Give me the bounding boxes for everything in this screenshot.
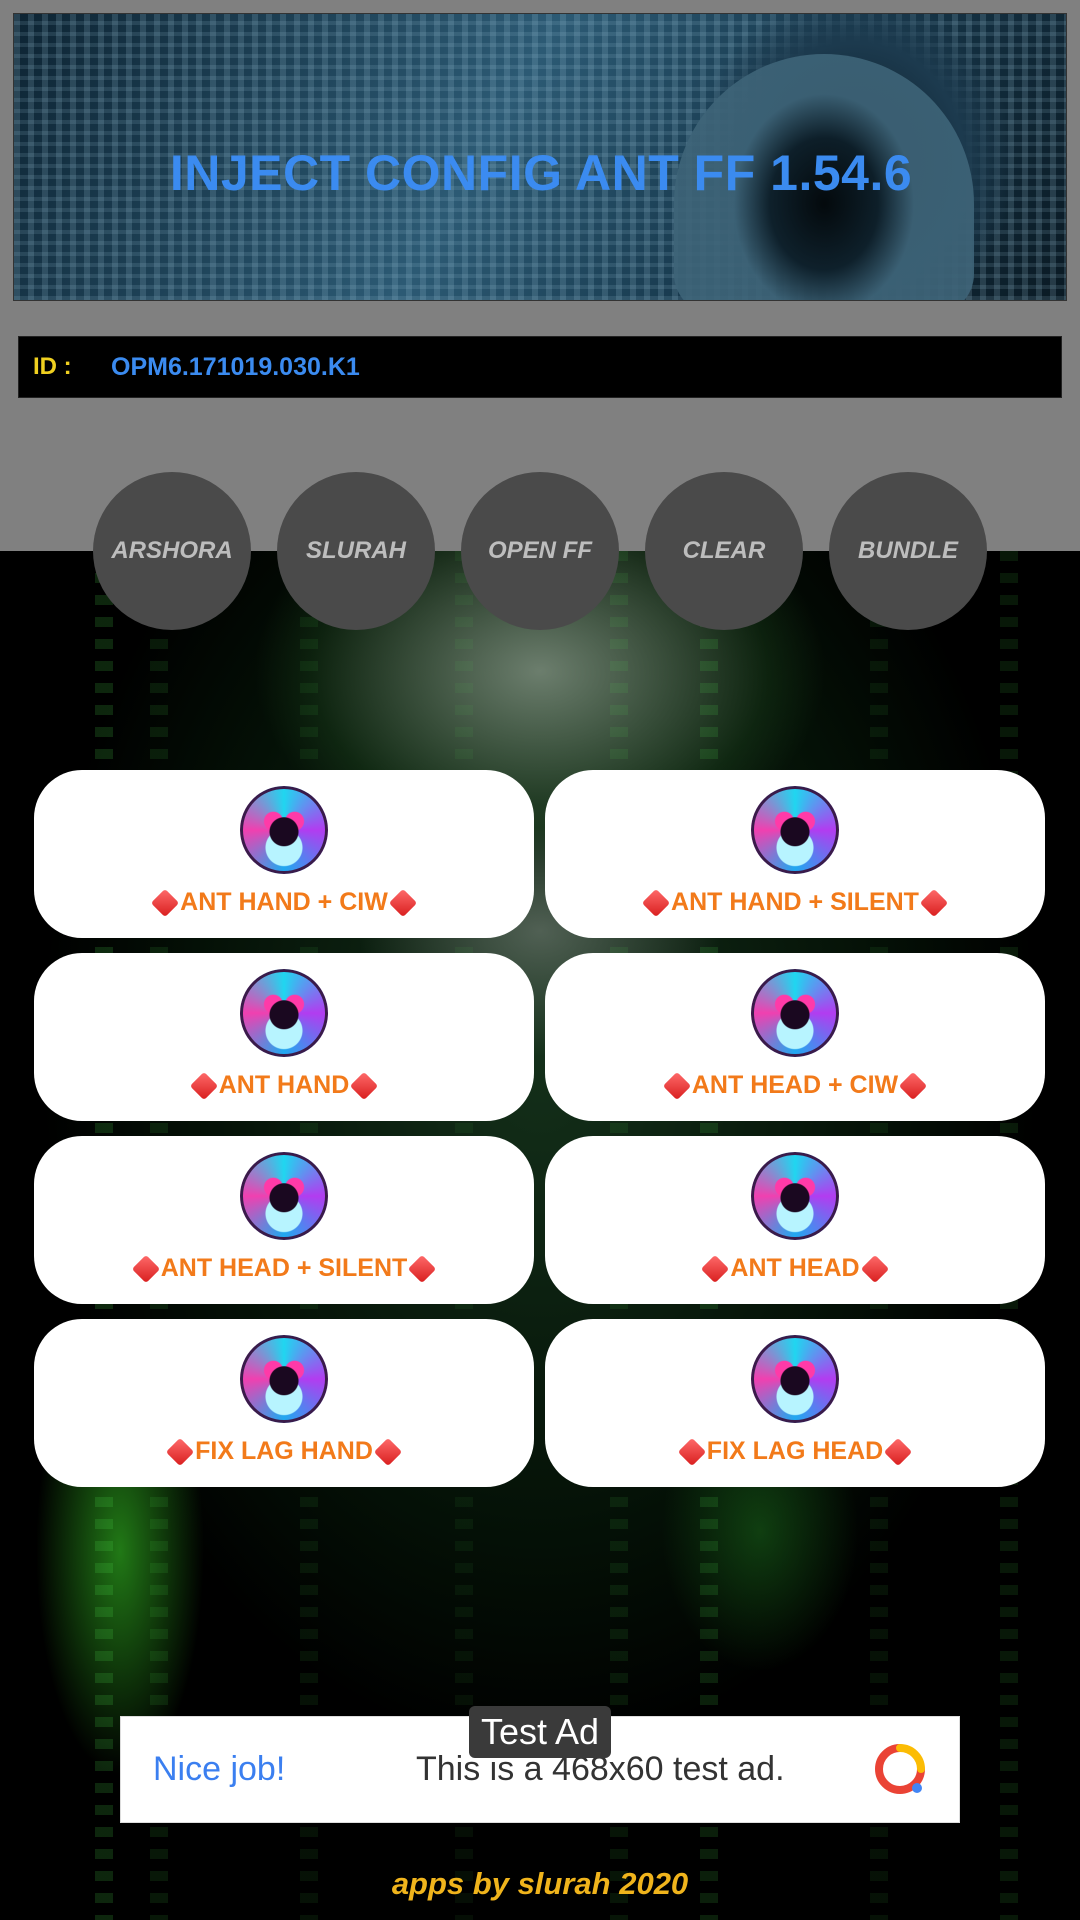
diamond-icon [131,1254,160,1283]
card-label: FIX LAG HAND [195,1437,373,1465]
ad-headline: Nice job! [153,1750,286,1788]
diamond-icon [919,888,949,917]
card-ant-hand[interactable]: ANT HAND [34,953,534,1121]
diamond-icon [189,1071,218,1100]
test-ad-tag: Test Ad [469,1706,611,1758]
card-ant-head-ciw[interactable]: ANT HEAD + CIW [545,953,1045,1121]
admob-logo-icon [875,1744,925,1794]
clear-button[interactable]: CLEAR [645,472,803,630]
diamond-icon [884,1437,913,1466]
card-label: ANT HAND + SILENT [671,888,919,916]
tiger-logo-icon [240,1335,328,1423]
card-ant-head[interactable]: ANT HEAD [545,1136,1045,1304]
diamond-icon [408,1254,437,1283]
diamond-icon [641,888,671,917]
card-label: FIX LAG HEAD [706,1437,884,1465]
tiger-logo-icon [751,1152,839,1240]
card-fix-lag-head[interactable]: FIX LAG HEAD [545,1319,1045,1487]
card-label: ANT HEAD + SILENT [160,1254,408,1282]
arshora-button[interactable]: ARSHORA [93,472,251,630]
diamond-icon [662,1071,692,1100]
diamond-icon [701,1254,730,1283]
card-label: ANT HEAD + CIW [691,1071,899,1099]
tiger-logo-icon [240,969,328,1057]
diamond-icon [373,1437,403,1466]
tiger-logo-icon [240,1152,328,1240]
tiger-logo-icon [751,786,839,874]
diamond-icon [350,1071,379,1100]
device-id-bar: ID : OPM6.171019.030.K1 [18,336,1062,398]
card-label: ANT HAND [218,1071,350,1099]
diamond-icon [860,1254,889,1283]
open-ff-button[interactable]: OPEN FF [461,472,619,630]
diamond-icon [151,888,180,917]
card-ant-head-silent[interactable]: ANT HEAD + SILENT [34,1136,534,1304]
card-label: ANT HAND + CIW [180,888,388,916]
app-title: INJECT CONFIG ANT FF 1.54.6 [169,145,913,201]
tiger-logo-icon [751,969,839,1057]
diamond-icon [165,1437,195,1466]
footer-credit: apps by slurah 2020 [391,1866,689,1901]
card-fix-lag-hand[interactable]: FIX LAG HAND [34,1319,534,1487]
tiger-logo-icon [240,786,328,874]
card-label: ANT HEAD [730,1254,860,1282]
header-banner: INJECT CONFIG ANT FF 1.54.6 [13,13,1067,301]
diamond-icon [388,888,417,917]
id-value: OPM6.171019.030.K1 [111,352,360,381]
bundle-button[interactable]: BUNDLE [829,472,987,630]
card-ant-hand-silent[interactable]: ANT HAND + SILENT [545,770,1045,938]
diamond-icon [898,1071,928,1100]
card-ant-hand-ciw[interactable]: ANT HAND + CIW [34,770,534,938]
diamond-icon [677,1437,706,1466]
slurah-button[interactable]: SLURAH [277,472,435,630]
id-label: ID : [33,353,72,380]
tiger-logo-icon [751,1335,839,1423]
top-button-row: ARSHORA SLURAH OPEN FF CLEAR BUNDLE [0,472,1080,630]
